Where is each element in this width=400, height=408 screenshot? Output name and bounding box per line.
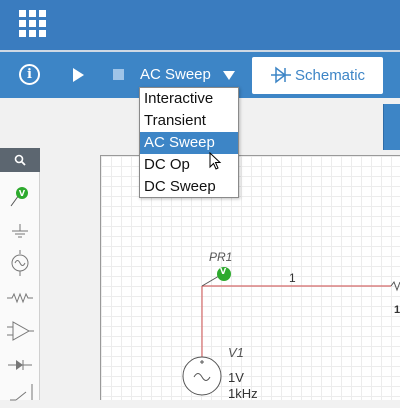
mouse-cursor-icon <box>209 152 222 170</box>
source-amplitude-label: 1V <box>228 370 244 385</box>
diode-icon <box>8 360 32 370</box>
palette-item-opamp[interactable] <box>0 316 40 346</box>
switch-icon <box>10 384 33 401</box>
opamp-icon <box>7 321 34 341</box>
menu-item-transient[interactable]: Transient <box>140 110 238 132</box>
app-header <box>0 0 400 50</box>
voltage-probe-icon: V <box>10 187 28 207</box>
source-frequency-label: 1kHz <box>228 386 258 401</box>
menu-item-dc-sweep[interactable]: DC Sweep <box>140 176 238 198</box>
component-palette: V <box>0 148 40 401</box>
palette-item-switch[interactable] <box>0 378 40 408</box>
palette-item-diode[interactable] <box>0 350 40 380</box>
source-name-label: V1 <box>228 345 244 360</box>
info-icon[interactable]: i <box>19 64 40 85</box>
svg-text:V: V <box>19 189 26 198</box>
apps-grid-icon[interactable] <box>19 10 47 38</box>
ac-source-icon <box>11 250 29 276</box>
stop-icon[interactable] <box>113 69 124 80</box>
simulation-mode-menu: Interactive Transient AC Sweep DC Op DC … <box>139 87 239 198</box>
net-label: 1 <box>289 271 296 285</box>
schematic-button[interactable]: Schematic <box>252 57 383 94</box>
resistor-label-partial: 1 <box>394 304 400 316</box>
menu-item-ac-sweep[interactable]: AC Sweep <box>140 132 238 154</box>
play-icon[interactable] <box>73 68 84 82</box>
toolbar-overflow <box>383 104 400 150</box>
chevron-down-icon[interactable] <box>223 71 235 80</box>
palette-search-button[interactable] <box>0 148 40 172</box>
palette-item-ac-source[interactable] <box>0 248 40 278</box>
simulation-mode-select[interactable]: AC Sweep <box>140 65 211 85</box>
schematic-button-label: Schematic <box>295 67 366 84</box>
ground-icon <box>12 224 28 238</box>
probe-lead <box>201 275 220 287</box>
resistor-icon <box>7 292 33 304</box>
menu-item-interactive[interactable]: Interactive <box>140 88 238 110</box>
palette-item-voltage-probe[interactable]: V <box>0 182 40 212</box>
palette-item-ground[interactable] <box>0 216 40 246</box>
palette-item-resistor[interactable] <box>0 284 40 314</box>
probe-marker-label: V <box>220 267 227 276</box>
resistor-stub <box>390 280 400 292</box>
probe-label: PR1 <box>209 250 233 264</box>
search-icon <box>14 154 26 166</box>
diode-icon <box>271 66 291 84</box>
